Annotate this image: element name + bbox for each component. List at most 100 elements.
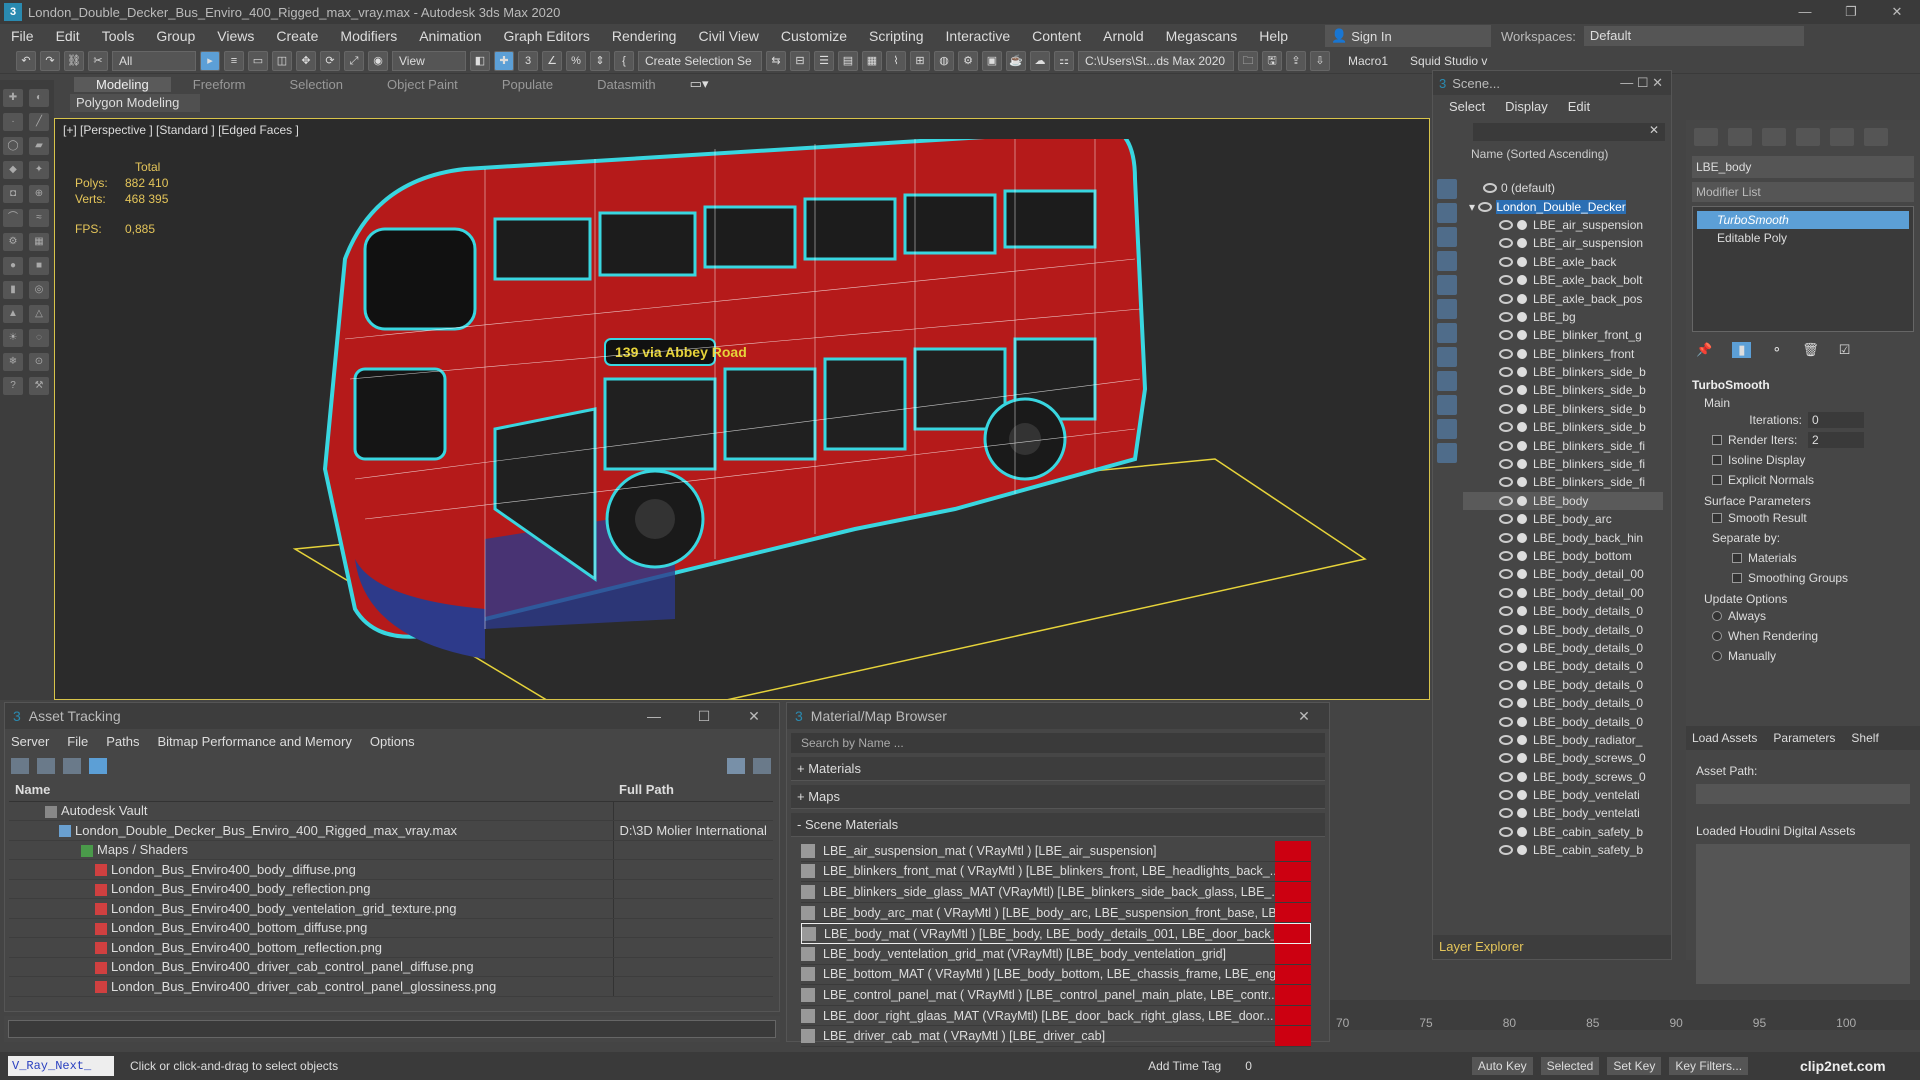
menu-arnold[interactable]: Arnold <box>1092 28 1154 44</box>
tab-parameters[interactable]: Parameters <box>1773 731 1835 745</box>
visibility-icon[interactable] <box>1499 403 1513 414</box>
visibility-icon[interactable] <box>1499 440 1513 451</box>
list-item[interactable]: ▾ London_Double_Decker <box>1463 197 1663 215</box>
scene-menu-edit[interactable]: Edit <box>1568 99 1590 114</box>
asset-minimize-icon[interactable]: — <box>629 708 679 725</box>
list-view-icon[interactable] <box>37 758 55 774</box>
rotate-icon[interactable]: ⟳ <box>320 50 340 71</box>
pin-stack-icon[interactable]: 📌 <box>1696 342 1712 358</box>
visibility-icon[interactable] <box>1499 679 1513 690</box>
visibility-icon[interactable] <box>1499 606 1513 617</box>
settings-icon[interactable]: ⚒ <box>29 377 49 395</box>
table-row[interactable]: London_Bus_Enviro400_body_reflection.png <box>9 879 773 899</box>
polygon-modeling-panel[interactable]: Polygon Modeling <box>70 94 200 112</box>
menu-tools[interactable]: Tools <box>91 28 146 44</box>
export-icon[interactable]: ⇪ <box>1286 50 1306 71</box>
light-icon[interactable]: ✦ <box>29 161 49 179</box>
list-item[interactable]: LBE_blinkers_front <box>1463 345 1663 363</box>
render-iters-spinner[interactable]: 2 <box>1808 432 1864 448</box>
settings-icon[interactable] <box>753 758 771 774</box>
visibility-icon[interactable] <box>1499 514 1513 525</box>
move-icon[interactable]: ✥ <box>296 50 316 71</box>
menu-modifiers[interactable]: Modifiers <box>329 28 408 44</box>
visibility-icon[interactable] <box>1499 790 1513 801</box>
asset-close-icon[interactable]: ✕ <box>729 708 779 725</box>
rect-select-icon[interactable]: ▭ <box>248 50 268 71</box>
redo-icon[interactable]: ↷ <box>40 50 60 71</box>
visibility-icon[interactable] <box>1499 569 1513 580</box>
asset-menu-file[interactable]: File <box>67 734 88 749</box>
import-icon[interactable]: ⇩ <box>1310 50 1330 71</box>
sphere-icon[interactable]: ● <box>3 257 23 275</box>
render-icon[interactable]: ☕ <box>1006 50 1026 71</box>
edge-icon[interactable]: ╱ <box>29 113 49 131</box>
menu-civil-view[interactable]: Civil View <box>687 28 769 44</box>
list-item[interactable]: LBE_blinkers_side_b <box>1463 381 1663 399</box>
visibility-icon[interactable] <box>1499 808 1513 819</box>
explicit-normals-checkbox[interactable] <box>1712 475 1722 485</box>
visibility-icon[interactable] <box>1499 256 1513 267</box>
named-selection-select[interactable]: Create Selection Se <box>638 50 762 71</box>
vertex-icon[interactable]: · <box>3 113 23 131</box>
visibility-icon[interactable] <box>1499 587 1513 598</box>
menu-views[interactable]: Views <box>206 28 265 44</box>
link-icon[interactable]: ⛓ <box>64 50 84 71</box>
asset-menu-paths[interactable]: Paths <box>106 734 139 749</box>
isoline-checkbox[interactable] <box>1712 455 1722 465</box>
group-materials[interactable]: + Materials <box>791 757 1325 781</box>
remove-modifier-icon[interactable]: 🗑 <box>1802 342 1819 358</box>
refresh-icon[interactable] <box>11 758 29 774</box>
smooth-result-checkbox[interactable] <box>1712 513 1722 523</box>
grid-icon[interactable]: ▦ <box>29 233 49 251</box>
menu-edit[interactable]: Edit <box>45 28 91 44</box>
xref-filter-icon[interactable] <box>1437 347 1457 367</box>
visibility-icon[interactable] <box>1499 753 1513 764</box>
list-item[interactable]: LBE_body_back_hin <box>1463 528 1663 546</box>
menu-customize[interactable]: Customize <box>770 28 858 44</box>
torus-icon[interactable]: ◎ <box>29 281 49 299</box>
select-by-name-icon[interactable]: ≡ <box>224 50 244 71</box>
border-icon[interactable]: ◯ <box>3 137 23 155</box>
help-icon[interactable]: ? <box>3 377 23 395</box>
mat-close-icon[interactable]: ✕ <box>1279 708 1329 725</box>
spinner-snap-icon[interactable]: ⇕ <box>590 50 610 71</box>
tab-shelf[interactable]: Shelf <box>1851 731 1878 745</box>
visibility-icon[interactable] <box>1499 238 1513 249</box>
percent-snap-icon[interactable]: % <box>566 50 586 71</box>
asset-menu-options[interactable]: Options <box>370 734 415 749</box>
shape-icon[interactable]: ⌒ <box>3 209 23 227</box>
render-iterative-icon[interactable]: ⚏ <box>1054 50 1074 71</box>
list-item[interactable]: LBE_axle_back_bolt <box>1463 271 1663 289</box>
scene-search-input[interactable]: ✕ <box>1473 123 1665 141</box>
list-item[interactable]: LBE_air_suspension <box>1463 234 1663 252</box>
visibility-icon[interactable] <box>1499 661 1513 672</box>
table-row[interactable]: Autodesk Vault <box>9 801 773 821</box>
window-crossing-icon[interactable]: ◫ <box>272 50 292 71</box>
sun-icon[interactable]: ☀ <box>3 329 23 347</box>
menu-help[interactable]: Help <box>1248 28 1299 44</box>
scene-menu-display[interactable]: Display <box>1505 99 1548 114</box>
list-item[interactable]: LBE_cabin_safety_b <box>1463 823 1663 841</box>
list-item-selected[interactable]: LBE_body <box>1463 491 1663 511</box>
visibility-icon[interactable] <box>1499 348 1513 359</box>
material-search-input[interactable]: Search by Name ... <box>791 733 1325 753</box>
layer-icon[interactable]: ☰ <box>814 50 834 71</box>
select-manipulate-icon[interactable]: ✚ <box>494 50 514 71</box>
table-row[interactable]: Maps / Shaders <box>9 840 773 860</box>
table-row[interactable]: London_Bus_Enviro400_body_ventelation_gr… <box>9 898 773 919</box>
make-unique-icon[interactable]: ⚬ <box>1771 342 1782 358</box>
list-item[interactable]: LBE_body_details_0 <box>1463 620 1663 638</box>
list-item[interactable]: LBE_bottom_MAT ( VRayMtl ) [LBE_body_bot… <box>801 964 1311 986</box>
tab-selection[interactable]: Selection <box>268 77 365 92</box>
list-item[interactable]: LBE_axle_back_pos <box>1463 289 1663 307</box>
table-row[interactable]: London_Bus_Enviro400_driver_cab_control_… <box>9 957 773 977</box>
maxscript-input[interactable] <box>8 1020 776 1038</box>
list-item[interactable]: LBE_body_ventelation_grid_mat (VRayMtl) … <box>801 943 1311 965</box>
list-item[interactable]: LBE_blinkers_front_mat ( VRayMtl ) [LBE_… <box>801 861 1311 883</box>
pivot-icon[interactable]: ◧ <box>470 50 490 71</box>
list-item[interactable]: LBE_control_panel_mat ( VRayMtl ) [LBE_c… <box>801 985 1311 1006</box>
maxscript-mini-listener[interactable]: V_Ray_Next_ <box>8 1056 114 1076</box>
list-item[interactable]: LBE_body_details_0 <box>1463 694 1663 712</box>
menu-rendering[interactable]: Rendering <box>601 28 688 44</box>
list-item[interactable]: LBE_body_details_0 <box>1463 639 1663 657</box>
